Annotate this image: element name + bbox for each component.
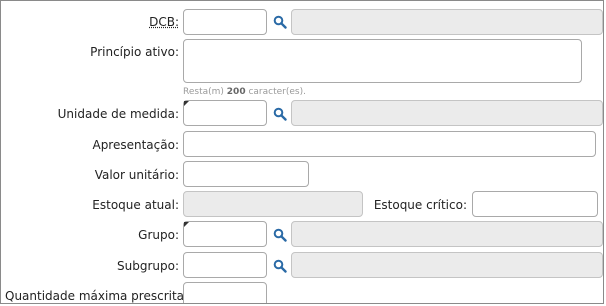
grupo-code-input[interactable] xyxy=(183,221,267,247)
valor-unitario-input[interactable] xyxy=(183,161,309,187)
subgrupo-description-field xyxy=(291,252,603,278)
medication-form: DCB: Princípio ativo: Resta(m) 200 carac… xyxy=(0,0,604,304)
estoque-critico-input[interactable] xyxy=(472,191,598,217)
principio-ativo-textarea[interactable] xyxy=(183,39,582,83)
search-icon[interactable] xyxy=(273,15,287,29)
remaining-characters-hint: Resta(m) 200 caracter(es). xyxy=(183,87,306,97)
apresentacao-label: Apresentação: xyxy=(92,138,179,152)
remaining-characters-count: 200 xyxy=(226,87,246,97)
quantidade-maxima-input[interactable] xyxy=(183,282,267,303)
estoque-atual-field xyxy=(183,191,363,217)
subgrupo-label: Subgrupo: xyxy=(117,259,179,273)
valor-unitario-label: Valor unitário: xyxy=(94,168,179,182)
unidade-medida-label: Unidade de medida: xyxy=(57,107,179,121)
dcb-label: DCB: xyxy=(149,15,179,29)
principio-ativo-label: Princípio ativo: xyxy=(90,45,179,59)
unidade-medida-code-input[interactable] xyxy=(183,100,267,126)
grupo-label: Grupo: xyxy=(138,228,179,242)
unidade-medida-description-field xyxy=(291,100,603,126)
estoque-critico-label: Estoque crítico: xyxy=(373,198,467,212)
grupo-description-field xyxy=(291,221,603,247)
search-icon[interactable] xyxy=(273,228,287,242)
search-icon[interactable] xyxy=(273,107,287,121)
search-icon[interactable] xyxy=(273,259,287,273)
dcb-code-input[interactable] xyxy=(183,9,267,35)
dcb-description-field xyxy=(291,9,603,35)
apresentacao-input[interactable] xyxy=(183,131,596,157)
subgrupo-code-input[interactable] xyxy=(183,252,267,278)
quantidade-maxima-label: Quantidade máxima prescrita: xyxy=(5,289,189,303)
estoque-atual-label: Estoque atual: xyxy=(92,198,179,212)
